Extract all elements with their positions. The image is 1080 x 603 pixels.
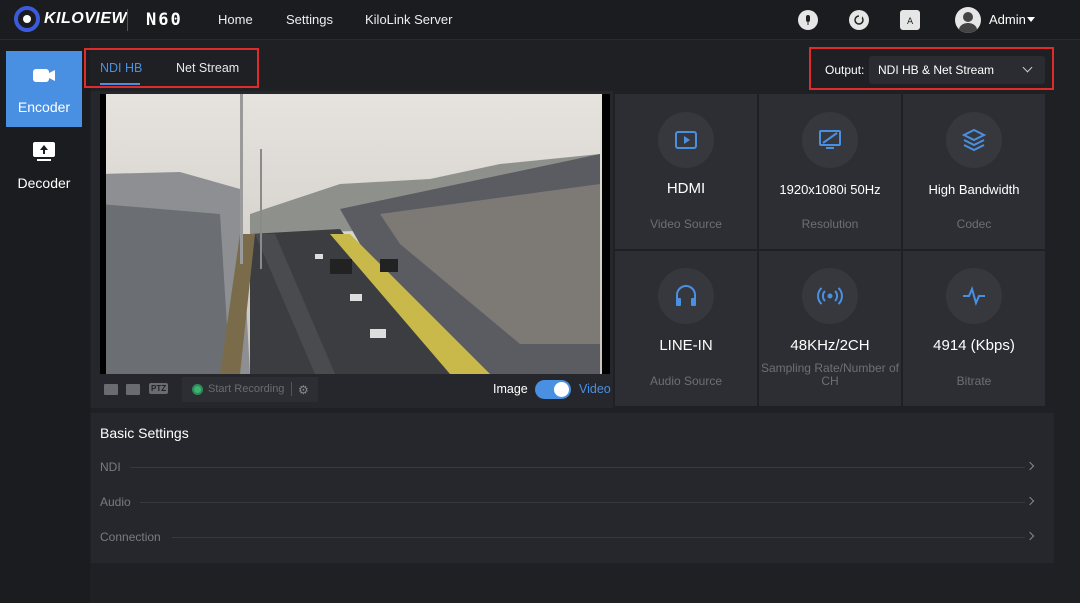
chevron-right-icon[interactable] bbox=[1025, 531, 1035, 541]
settings-row-connection[interactable]: Connection bbox=[100, 530, 1045, 550]
device-model: N60 bbox=[146, 10, 183, 30]
play-icon bbox=[658, 112, 714, 168]
sidebar-item-label: Encoder bbox=[17, 98, 71, 115]
quad-view-icon[interactable] bbox=[126, 384, 140, 395]
settings-row-label: Connection bbox=[100, 530, 161, 544]
video-preview bbox=[100, 94, 610, 374]
video-source-value: HDMI bbox=[666, 180, 706, 197]
divider bbox=[291, 382, 292, 396]
monitor-slash-icon bbox=[802, 112, 858, 168]
divider bbox=[127, 9, 128, 31]
start-recording-button[interactable]: Start Recording bbox=[208, 383, 284, 395]
tab-ndi-hb[interactable]: NDI HB bbox=[100, 61, 142, 75]
chevron-down-icon[interactable] bbox=[1027, 17, 1035, 22]
audio-source-value: LINE-IN bbox=[659, 337, 713, 354]
chevron-right-icon[interactable] bbox=[1025, 496, 1035, 506]
sampling-label: Sampling Rate/Number of CH bbox=[760, 361, 900, 388]
sidebar-item-encoder[interactable]: Encoder bbox=[6, 51, 82, 127]
upload-monitor-icon bbox=[31, 140, 57, 167]
settings-row-ndi[interactable]: NDI bbox=[100, 460, 1045, 480]
microphone-icon[interactable] bbox=[798, 10, 818, 30]
logo-mark-icon bbox=[14, 6, 40, 32]
audio-source-label: Audio Source bbox=[649, 374, 723, 388]
camera-icon bbox=[31, 64, 57, 91]
settings-row-label: Audio bbox=[100, 495, 131, 509]
headphones-icon bbox=[658, 268, 714, 324]
output-label: Output: bbox=[825, 63, 865, 77]
video-mode-label: Video bbox=[579, 382, 611, 396]
nav-settings[interactable]: Settings bbox=[286, 12, 333, 27]
grid-view-icon[interactable] bbox=[104, 384, 118, 395]
codec-label: Codec bbox=[956, 217, 992, 231]
sampling-value: 48KHz/2CH bbox=[790, 337, 870, 354]
nav-home[interactable]: Home bbox=[218, 12, 253, 27]
bitrate-value: 4914 (Kbps) bbox=[933, 337, 1015, 354]
gear-icon[interactable]: ⚙ bbox=[298, 383, 309, 397]
broadcast-icon bbox=[802, 268, 858, 324]
image-video-toggle[interactable] bbox=[535, 380, 571, 399]
kiloview-logo[interactable]: KILOVIEW bbox=[14, 6, 127, 32]
divider bbox=[140, 502, 1025, 503]
video-source-label: Video Source bbox=[650, 217, 722, 231]
chevron-right-icon[interactable] bbox=[1025, 461, 1035, 471]
resolution-label: Resolution bbox=[801, 217, 859, 231]
tab-net-stream[interactable]: Net Stream bbox=[176, 61, 239, 75]
sidebar-item-decoder[interactable]: Decoder bbox=[6, 127, 82, 203]
language-icon[interactable]: A bbox=[900, 10, 920, 30]
layers-icon bbox=[946, 112, 1002, 168]
tab-indicator bbox=[100, 83, 140, 85]
pulse-icon bbox=[946, 268, 1002, 324]
refresh-icon[interactable] bbox=[849, 10, 869, 30]
nav-kilolink-server[interactable]: KiloLink Server bbox=[365, 12, 452, 27]
ptz-button[interactable]: PTZ bbox=[149, 383, 169, 394]
svg-text:A: A bbox=[907, 17, 914, 26]
settings-row-audio[interactable]: Audio bbox=[100, 495, 1045, 515]
divider bbox=[172, 537, 1025, 538]
output-select-value[interactable]: NDI HB & Net Stream bbox=[878, 63, 994, 77]
basic-settings-title: Basic Settings bbox=[100, 425, 189, 441]
sidebar: Encoder Decoder bbox=[0, 40, 90, 603]
divider bbox=[130, 467, 1025, 468]
settings-row-label: NDI bbox=[100, 460, 121, 474]
bitrate-label: Bitrate bbox=[956, 374, 992, 388]
image-mode-label: Image bbox=[493, 382, 528, 396]
avatar[interactable] bbox=[955, 7, 981, 33]
user-menu[interactable]: Admin bbox=[989, 12, 1026, 27]
brand-name: KILOVIEW bbox=[44, 10, 128, 27]
resolution-value: 1920x1080i 50Hz bbox=[779, 182, 881, 197]
sidebar-item-label: Decoder bbox=[17, 174, 71, 191]
record-icon[interactable] bbox=[192, 384, 203, 395]
top-bar: KILOVIEW N60 Home Settings KiloLink Serv… bbox=[0, 0, 1080, 40]
codec-value: High Bandwidth bbox=[928, 182, 1020, 197]
